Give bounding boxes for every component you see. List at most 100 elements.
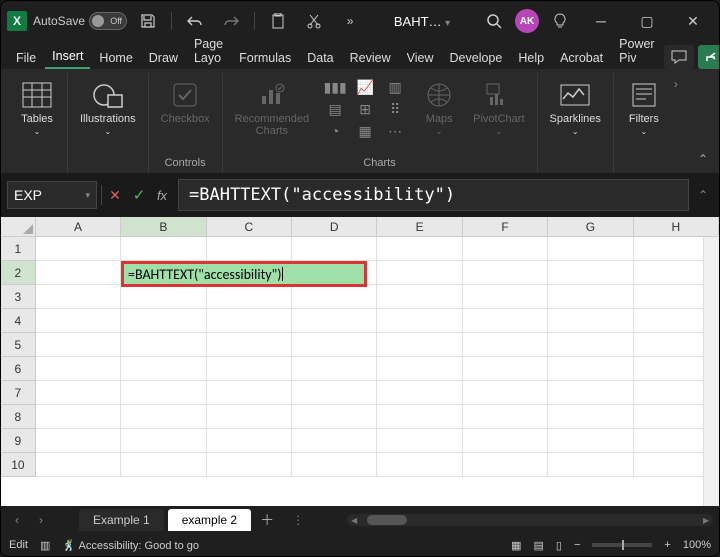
sheet-tab[interactable]: Example 1 [79,509,164,531]
zoom-slider[interactable] [592,543,652,547]
active-cell-editor[interactable]: =BAHTTEXT("accessibility") [121,261,367,287]
illustrations-button[interactable]: Illustrations⌄ [76,77,140,139]
add-sheet-button[interactable]: ＋ [255,510,279,530]
workbook-stats-icon[interactable]: ▥ [40,539,50,552]
spreadsheet-grid[interactable]: A B C D E F G H 1 2 3 4 5 6 7 8 9 10 =BA… [1,217,719,506]
row-header[interactable]: 10 [1,453,36,477]
row-header[interactable]: 4 [1,309,36,333]
tab-data[interactable]: Data [300,47,340,69]
search-icon[interactable] [479,6,509,36]
view-page-layout-icon[interactable]: ▤ [534,539,544,552]
view-page-break-icon[interactable]: ▯ [556,539,562,552]
filters-button[interactable]: Filters⌄ [622,77,666,139]
ribbon-scroll-right-icon[interactable]: › [674,77,684,91]
tab-insert[interactable]: Insert [45,45,90,69]
cut-icon[interactable] [299,6,329,36]
tab-acrobat[interactable]: Acrobat [553,47,610,69]
tab-view[interactable]: View [400,47,441,69]
expand-formula-bar-icon[interactable]: ⌃ [693,188,713,202]
fx-icon[interactable]: fx [152,184,174,206]
col-header[interactable]: E [377,217,462,236]
group-charts: Recommended Charts ▮▮▮ 📈 ▥ ▤ ⊞ ⠿ ◔ ▦ ⋯ [223,73,538,173]
zoom-in-button[interactable]: + [664,539,670,551]
horizontal-scrollbar[interactable]: ◂▸ [347,514,713,526]
qat-overflow-icon[interactable]: » [335,6,365,36]
collapse-ribbon-icon[interactable]: ⌃ [693,149,713,169]
group-filters: Filters⌄ › [614,73,692,173]
autosave-control[interactable]: AutoSave Off [33,12,127,30]
tab-home[interactable]: Home [92,47,139,69]
tab-power-pivot[interactable]: Power Piv [612,33,661,69]
tables-button[interactable]: Tables⌄ [15,77,59,139]
row-header[interactable]: 2 [1,261,36,285]
tab-help[interactable]: Help [511,47,551,69]
vertical-scrollbar[interactable] [703,237,719,506]
sheet-menu-icon[interactable]: ⋮ [283,513,313,527]
row-header[interactable]: 1 [1,237,36,261]
autosave-label: AutoSave [33,14,85,28]
checkbox-button: Checkbox [157,77,214,127]
formula-input[interactable]: =BAHTTEXT("accessibility") [178,179,689,211]
sheet-tab[interactable]: example 2 [168,509,251,531]
hierarchy-chart-icon[interactable]: ▥ [381,77,409,97]
row-header[interactable]: 9 [1,429,36,453]
select-all-corner[interactable] [1,217,36,236]
user-avatar[interactable]: AK [515,9,539,33]
tab-page-layout[interactable]: Page Layo [187,33,230,69]
col-header[interactable]: B [121,217,206,236]
zoom-out-button[interactable]: − [574,539,580,551]
tab-formulas[interactable]: Formulas [232,47,298,69]
bar-chart-icon[interactable]: ▤ [321,99,349,119]
lightbulb-icon[interactable] [545,6,575,36]
tab-review[interactable]: Review [343,47,398,69]
undo-icon[interactable] [180,6,210,36]
status-mode: Edit [9,539,28,551]
tab-developer[interactable]: Develope [443,47,510,69]
more-charts-icon[interactable]: ⋯ [381,121,409,141]
cancel-formula-icon[interactable]: ✕ [104,184,126,206]
col-header[interactable]: H [634,217,719,236]
tab-draw[interactable]: Draw [142,47,185,69]
col-header[interactable]: A [36,217,121,236]
redo-icon[interactable] [216,6,246,36]
col-header[interactable]: G [548,217,633,236]
zoom-level[interactable]: 100% [683,539,711,551]
view-normal-icon[interactable]: ▦ [511,539,521,552]
checkbox-icon [169,79,201,111]
accessibility-status[interactable]: 🕺 Accessibility: Good to go [62,539,199,552]
minimize-button[interactable]: ─ [581,6,621,36]
tab-file[interactable]: File [9,47,43,69]
document-title[interactable]: BAHT… ▾ [394,14,450,29]
chevron-down-icon[interactable]: ▾ [85,190,90,201]
combo-chart-icon[interactable]: ▦ [351,121,379,141]
maximize-button[interactable]: ▢ [627,6,667,36]
sheet-tab-bar: ‹ › Example 1 example 2 ＋ ⋮ ◂▸ [1,506,719,534]
row-header[interactable]: 3 [1,285,36,309]
column-headers: A B C D E F G H [1,217,719,237]
line-chart-icon[interactable]: 📈 [351,77,379,97]
sheet-nav-prev-icon[interactable]: ‹ [7,513,27,527]
slicer-icon [628,79,660,111]
scatter-chart-icon[interactable]: ⠿ [381,99,409,119]
save-icon[interactable] [133,6,163,36]
row-header[interactable]: 6 [1,357,36,381]
comments-icon[interactable] [664,45,694,69]
autosave-toggle[interactable]: Off [89,12,127,30]
row-header[interactable]: 5 [1,333,36,357]
sparkline-icon [559,79,591,111]
column-chart-icon[interactable]: ▮▮▮ [321,77,349,97]
sparklines-button[interactable]: Sparklines⌄ [546,77,605,139]
row-header[interactable]: 7 [1,381,36,405]
name-box[interactable]: EXP ▾ [7,181,97,209]
enter-formula-icon[interactable]: ✓ [128,184,150,206]
close-button[interactable]: ✕ [673,6,713,36]
row-header[interactable]: 8 [1,405,36,429]
col-header[interactable]: C [207,217,292,236]
statistic-chart-icon[interactable]: ⊞ [351,99,379,119]
share-button[interactable] [698,45,720,69]
col-header[interactable]: F [463,217,548,236]
sheet-nav-next-icon[interactable]: › [31,513,51,527]
clipboard-icon[interactable] [263,6,293,36]
col-header[interactable]: D [292,217,377,236]
pie-chart-icon[interactable]: ◔ [321,121,349,141]
